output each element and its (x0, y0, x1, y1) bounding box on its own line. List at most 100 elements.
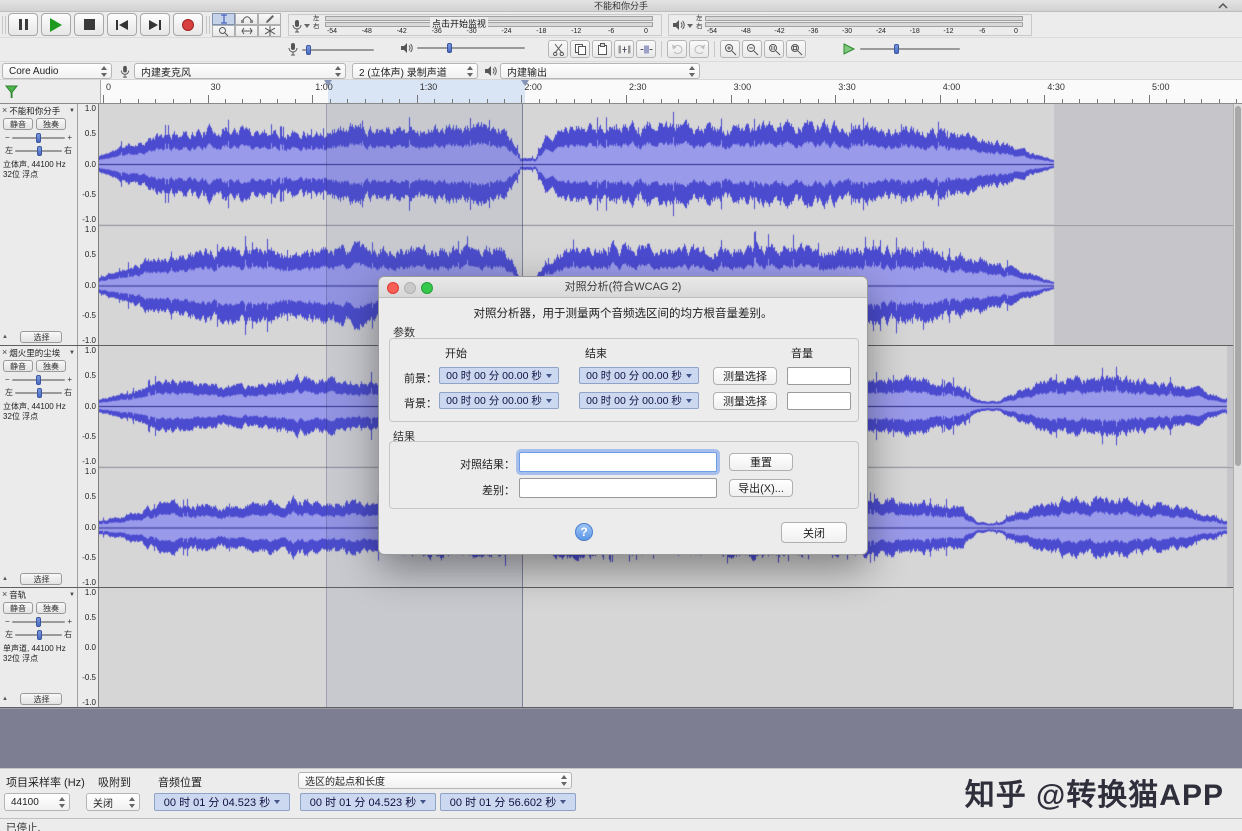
audio-host-select[interactable]: Core Audio (2, 63, 112, 79)
snap-to-select[interactable]: 关闭 (86, 793, 140, 811)
contrast-result-input[interactable] (519, 452, 717, 472)
cut-button[interactable] (548, 40, 568, 58)
selection-start-field[interactable]: 00 时 01 分 04.523 秒 (300, 793, 436, 811)
play-button[interactable] (41, 13, 71, 36)
foreground-end-field[interactable]: 00 时 00 分 00.00 秒 (579, 367, 699, 384)
redo-button[interactable] (689, 40, 709, 58)
selection-tool-button[interactable] (212, 13, 235, 25)
meter-menu-arrow[interactable] (687, 24, 693, 28)
recording-meter[interactable]: 左右 点击开始监视 -54 -48 -42 -36 -30 -24 -18 -12 -6 0 (288, 14, 662, 36)
background-end-field[interactable]: 00 时 00 分 00.00 秒 (579, 392, 699, 409)
mute-button[interactable]: 静音 (3, 118, 33, 130)
timeshift-tool-button[interactable] (235, 25, 258, 37)
slider-track[interactable] (11, 374, 66, 385)
vertical-ruler[interactable]: 1.0 0.5 0.0 -0.5 -1.0 1.0 0.5 0.0 -0.5 -1.0 (78, 346, 99, 587)
slider-track[interactable] (302, 44, 374, 55)
pause-button[interactable] (8, 13, 38, 36)
mute-button[interactable]: 静音 (3, 360, 33, 372)
undo-button[interactable] (667, 40, 687, 58)
vertical-scrollbar[interactable] (1233, 104, 1242, 709)
toolbar-grip[interactable] (206, 16, 210, 34)
selection-mode-select[interactable]: 选区的起点和长度 (298, 772, 572, 789)
solo-button[interactable]: 独奏 (36, 602, 66, 614)
gain-slider[interactable]: − + (0, 373, 77, 386)
track-select-button[interactable]: 选择 (20, 573, 63, 585)
measure-foreground-button[interactable]: 测量选择 (713, 367, 777, 385)
background-volume-input[interactable] (787, 392, 851, 410)
slider-thumb[interactable] (306, 44, 312, 55)
track-control-panel[interactable]: × 烟火里的尘埃 ▼ 静音 独奏 − + 左 右 立体声, 44100 Hz 3… (0, 346, 78, 587)
slider-thumb[interactable] (36, 629, 42, 640)
window-titlebar[interactable]: 不能和你分手 (0, 0, 1242, 12)
meter-menu-arrow[interactable] (304, 24, 310, 28)
playback-meter[interactable]: 左右 -54 -48 -42 -36 -30 -24 -18 -12 -6 0 (668, 14, 1032, 36)
paste-button[interactable] (592, 40, 612, 58)
foreground-start-field[interactable]: 00 时 00 分 00.00 秒 (439, 367, 559, 384)
slider-track[interactable] (11, 616, 66, 627)
gain-slider[interactable]: − + (0, 131, 77, 144)
slider-thumb[interactable] (36, 145, 42, 156)
stop-button[interactable] (74, 13, 104, 36)
project-rate-select[interactable]: 44100 (4, 793, 70, 811)
track-title[interactable]: 烟火里的尘埃 (9, 347, 67, 359)
mute-button[interactable]: 静音 (3, 602, 33, 614)
slider-track[interactable] (15, 387, 62, 398)
slider-thumb[interactable] (36, 374, 42, 385)
foreground-volume-input[interactable] (787, 367, 851, 385)
slider-track[interactable] (417, 43, 525, 53)
track-control-panel[interactable]: × 音轨 ▼ 静音 独奏 − + 左 右 单声道, 44100 Hz 32位 浮… (0, 588, 78, 707)
skip-to-end-button[interactable] (140, 13, 170, 36)
dialog-close-button[interactable] (387, 282, 399, 294)
fit-selection-button[interactable] (764, 40, 784, 58)
vertical-ruler[interactable]: 1.0 0.5 0.0 -0.5 -1.0 1.0 0.5 0.0 -0.5 -1.0 (78, 104, 99, 345)
playback-volume-slider[interactable] (400, 42, 525, 54)
help-button[interactable]: ? (575, 523, 593, 541)
recording-device-select[interactable]: 内建麦克风 (134, 63, 346, 79)
play-at-speed-toolbar[interactable] (842, 42, 960, 56)
pan-slider[interactable]: 左 右 (0, 386, 77, 399)
quick-play-pin-icon[interactable] (4, 84, 20, 100)
skip-to-start-button[interactable] (107, 13, 137, 36)
track-close-button[interactable]: × (2, 348, 7, 357)
slider-thumb[interactable] (36, 387, 42, 398)
envelope-tool-button[interactable] (235, 13, 258, 25)
waveform-area[interactable] (99, 588, 1242, 707)
slider-track[interactable] (860, 44, 960, 54)
copy-button[interactable] (570, 40, 590, 58)
scrollbar-thumb[interactable] (1235, 106, 1241, 466)
background-start-field[interactable]: 00 时 00 分 00.00 秒 (439, 392, 559, 409)
track-title[interactable]: 不能和你分手 (9, 105, 67, 117)
dialog-titlebar[interactable]: 对照分析(符合WCAG 2) (379, 277, 867, 298)
dialog-zoom-button[interactable] (421, 282, 433, 294)
draw-tool-button[interactable] (258, 13, 281, 25)
recording-channels-select[interactable]: 2 (立体声) 录制声道 (352, 63, 478, 79)
multi-tool-button[interactable] (258, 25, 281, 37)
slider-thumb[interactable] (36, 132, 42, 143)
slider-track[interactable] (15, 629, 62, 640)
track-menu-arrow[interactable]: ▼ (69, 592, 75, 598)
waveform-canvas[interactable] (99, 104, 1241, 224)
toolbar-grip[interactable] (2, 16, 6, 34)
track-control-panel[interactable]: × 不能和你分手 ▼ 静音 独奏 − + 左 右 立体声, 44100 Hz 3… (0, 104, 78, 345)
pan-slider[interactable]: 左 右 (0, 144, 77, 157)
trim-outside-selection-button[interactable] (614, 40, 634, 58)
silence-selection-button[interactable] (636, 40, 656, 58)
track-collapse-button[interactable]: ▲ (2, 576, 8, 582)
track-select-button[interactable]: 选择 (20, 693, 63, 705)
close-button[interactable]: 关闭 (781, 522, 847, 543)
zoom-tool-button[interactable] (212, 25, 235, 37)
zoom-in-button[interactable] (720, 40, 740, 58)
pan-slider[interactable]: 左 右 (0, 628, 77, 641)
slider-track[interactable] (11, 132, 66, 143)
measure-background-button[interactable]: 测量选择 (713, 392, 777, 410)
track-collapse-button[interactable]: ▲ (2, 696, 8, 702)
solo-button[interactable]: 独奏 (36, 118, 66, 130)
timeline-ruler[interactable]: 0 30 1:00 1:30 2:00 2:30 3:00 3:30 4:00 4:30 5:00 (100, 80, 1242, 103)
track-menu-arrow[interactable]: ▼ (69, 350, 75, 356)
track-select-button[interactable]: 选择 (20, 331, 63, 343)
difference-input[interactable] (519, 478, 717, 498)
audio-position-field[interactable]: 00 时 01 分 04.523 秒 (154, 793, 290, 811)
reset-button[interactable]: 重置 (729, 453, 793, 471)
vertical-ruler[interactable]: 1.0 0.5 0.0 -0.5 -1.0 (78, 588, 99, 707)
record-button[interactable] (173, 13, 203, 36)
